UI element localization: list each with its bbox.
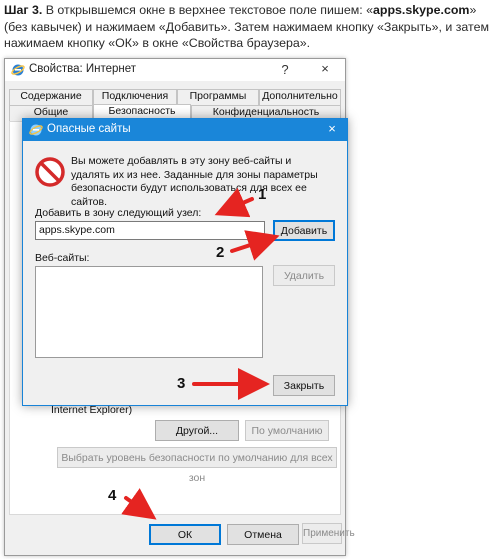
arrow-icon: [121, 488, 157, 520]
arrow-icon: [214, 187, 254, 218]
callout-4: 4: [108, 487, 117, 504]
arrow-icon: [230, 230, 280, 261]
callout-2: 2: [216, 244, 225, 261]
callout-3: 3: [177, 375, 186, 392]
callout-1: 1: [258, 186, 267, 203]
annotation-layer: [121, 187, 280, 520]
